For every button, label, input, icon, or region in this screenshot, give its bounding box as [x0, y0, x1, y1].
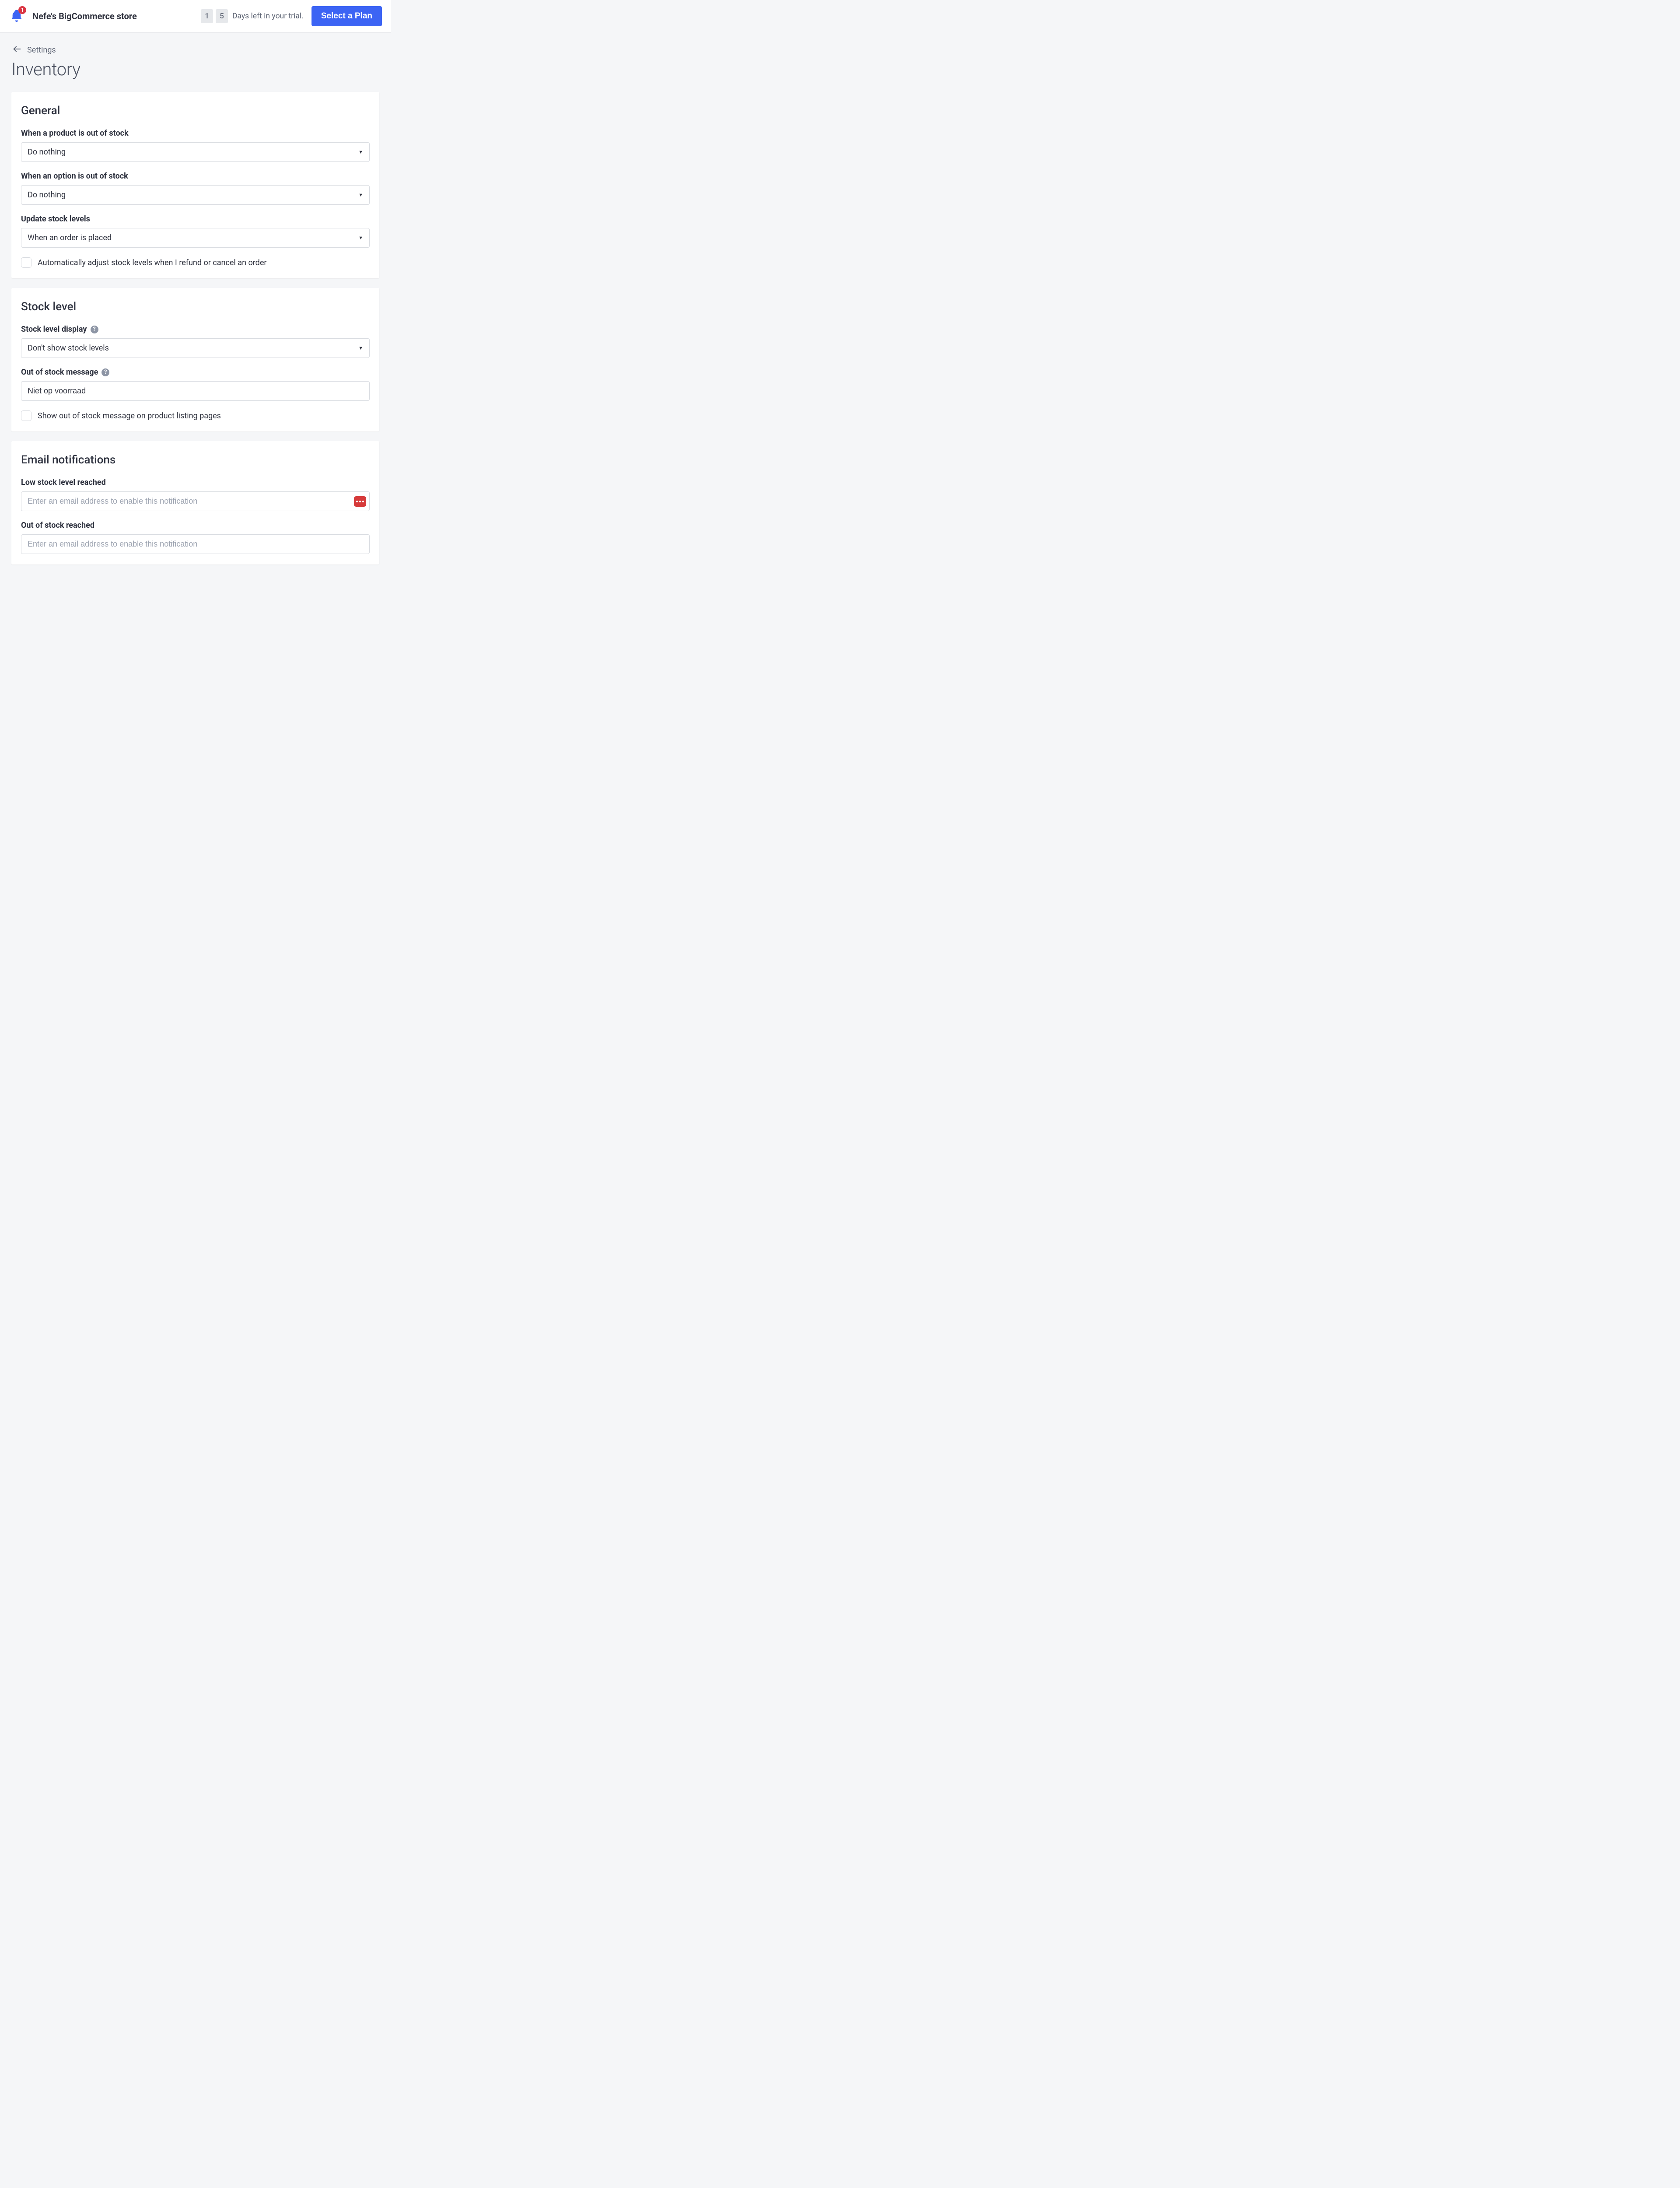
low-stock-email-input[interactable] [21, 491, 370, 511]
email-title: Email notifications [21, 453, 370, 466]
update-stock-value: When an order is placed [28, 233, 112, 242]
notification-badge: 1 [18, 6, 26, 14]
oos-email-input[interactable] [21, 534, 370, 554]
trial-digit-1: 1 [201, 9, 213, 23]
trial-digit-2: 5 [216, 9, 228, 23]
show-on-listing-label: Show out of stock message on product lis… [38, 411, 221, 421]
chevron-down-icon: ▼ [358, 192, 363, 198]
auto-adjust-label: Automatically adjust stock levels when I… [38, 258, 266, 267]
option-oos-label: When an option is out of stock [21, 172, 370, 181]
email-notifications-card: Email notifications Low stock level reac… [11, 441, 379, 565]
stock-display-select[interactable]: Don't show stock levels ▼ [21, 338, 370, 358]
oos-message-field: Out of stock message ? [21, 368, 370, 401]
stock-display-field: Stock level display ? Don't show stock l… [21, 325, 370, 358]
select-plan-button[interactable]: Select a Plan [312, 6, 382, 26]
top-bar: 1 Nefe's BigCommerce store 1 5 Days left… [0, 0, 391, 33]
stock-level-card: Stock level Stock level display ? Don't … [11, 288, 379, 431]
trial-countdown: 1 5 Days left in your trial. [201, 9, 304, 23]
page-body: Settings Inventory General When a produc… [0, 33, 391, 592]
update-stock-field: Update stock levels When an order is pla… [21, 214, 370, 248]
oos-email-label: Out of stock reached [21, 521, 370, 530]
chevron-down-icon: ▼ [358, 235, 363, 241]
auto-adjust-row: Automatically adjust stock levels when I… [21, 257, 370, 268]
show-on-listing-row: Show out of stock message on product lis… [21, 410, 370, 421]
product-oos-field: When a product is out of stock Do nothin… [21, 129, 370, 162]
chevron-down-icon: ▼ [358, 149, 363, 155]
breadcrumb-label: Settings [27, 46, 56, 55]
auto-adjust-checkbox[interactable] [21, 257, 32, 268]
oos-message-label: Out of stock message ? [21, 368, 370, 377]
update-stock-select[interactable]: When an order is placed ▼ [21, 228, 370, 248]
page-title: Inventory [11, 59, 379, 80]
product-oos-label: When a product is out of stock [21, 129, 370, 138]
option-oos-select[interactable]: Do nothing ▼ [21, 185, 370, 205]
trial-text: Days left in your trial. [232, 12, 304, 21]
chevron-down-icon: ▼ [358, 345, 363, 351]
bell-icon [10, 16, 24, 25]
show-on-listing-checkbox[interactable] [21, 410, 32, 421]
low-stock-label: Low stock level reached [21, 478, 370, 487]
store-name: Nefe's BigCommerce store [32, 11, 137, 21]
update-stock-label: Update stock levels [21, 214, 370, 224]
help-icon[interactable]: ? [102, 368, 109, 376]
help-icon[interactable]: ? [91, 326, 98, 333]
general-title: General [21, 104, 370, 117]
stock-display-label: Stock level display ? [21, 325, 370, 334]
breadcrumb[interactable]: Settings [12, 44, 379, 56]
stock-display-label-text: Stock level display [21, 325, 87, 334]
general-card: General When a product is out of stock D… [11, 92, 379, 278]
product-oos-value: Do nothing [28, 147, 66, 157]
stock-display-value: Don't show stock levels [28, 344, 109, 353]
oos-message-input[interactable] [21, 381, 370, 401]
oos-message-label-text: Out of stock message [21, 368, 98, 377]
option-oos-field: When an option is out of stock Do nothin… [21, 172, 370, 205]
password-manager-icon[interactable] [354, 496, 366, 507]
oos-email-field: Out of stock reached [21, 521, 370, 554]
arrow-left-icon [12, 44, 22, 56]
notifications-button[interactable]: 1 [10, 9, 24, 24]
option-oos-value: Do nothing [28, 190, 66, 200]
stock-level-title: Stock level [21, 300, 370, 313]
product-oos-select[interactable]: Do nothing ▼ [21, 142, 370, 162]
low-stock-field: Low stock level reached [21, 478, 370, 511]
